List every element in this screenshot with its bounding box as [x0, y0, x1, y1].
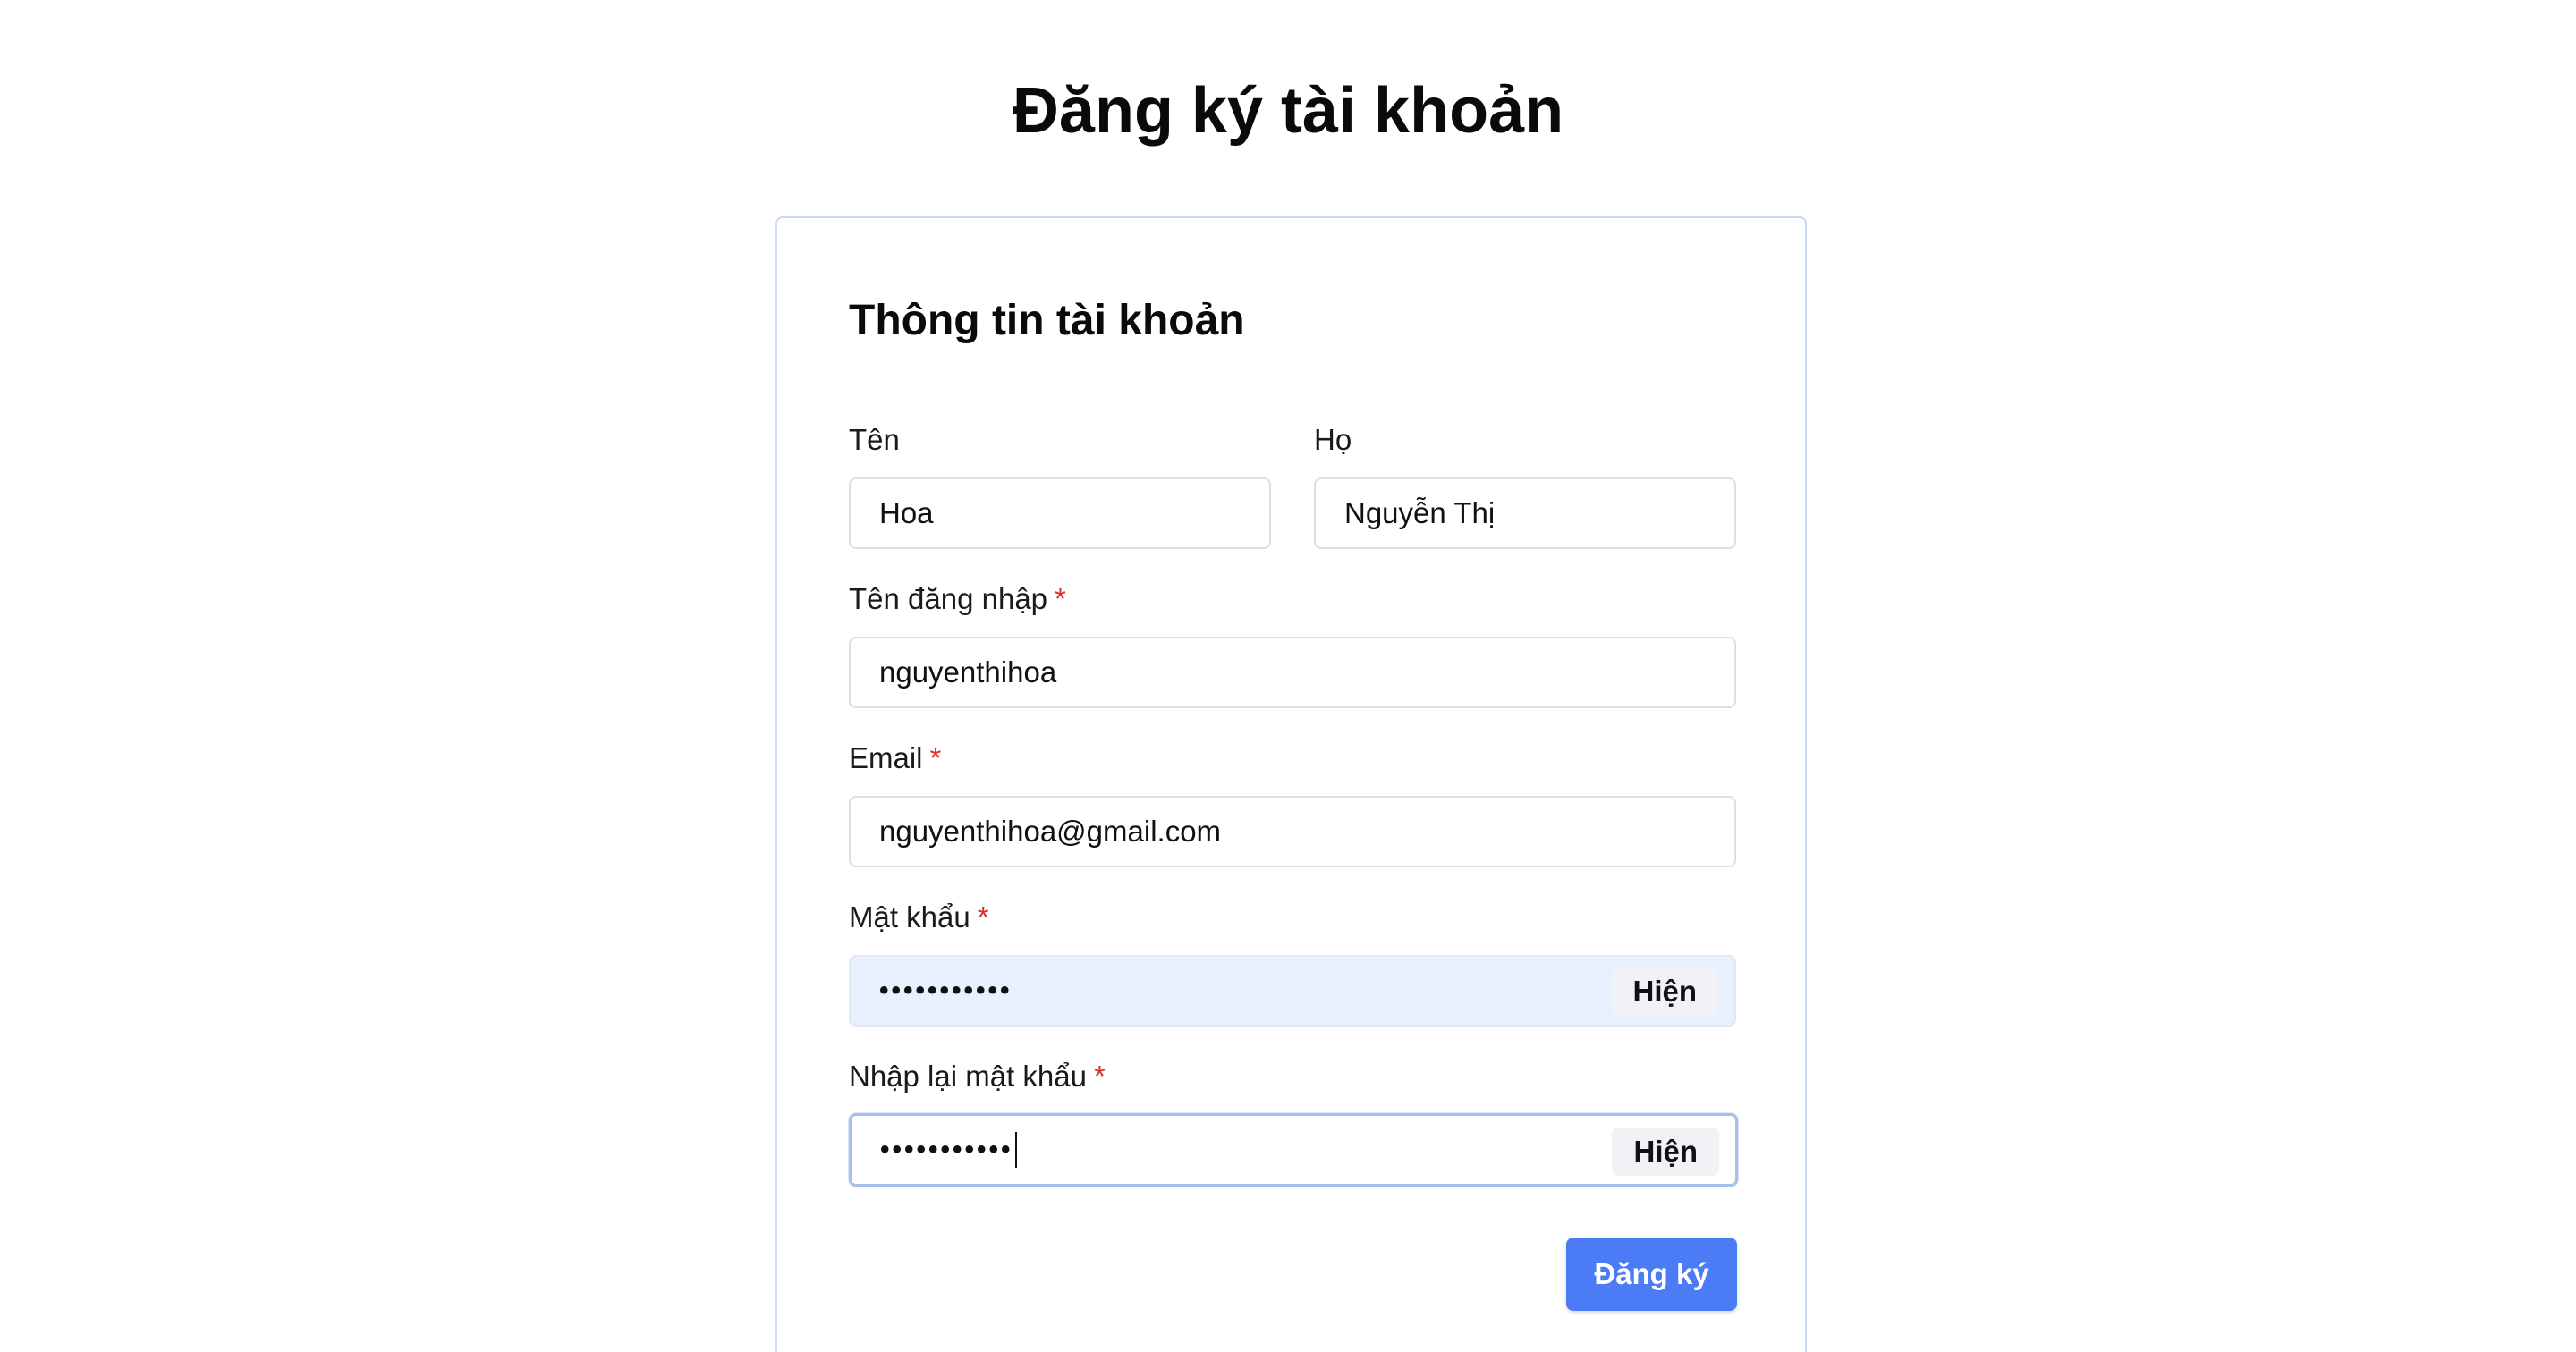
- first-name-label-text: Tên: [849, 423, 900, 456]
- required-asterisk: *: [1093, 1060, 1106, 1093]
- password-label-text: Mật khẩu: [849, 900, 970, 934]
- account-info-card: Thông tin tài khoản Tên Hoa Họ Nguyễn Th…: [775, 216, 1807, 1352]
- email-value: nguyenthihoa@gmail.com: [879, 815, 1222, 848]
- username-label-text: Tên đăng nhập: [849, 582, 1048, 615]
- section-title: Thông tin tài khoản: [849, 297, 1245, 344]
- email-input[interactable]: nguyenthihoa@gmail.com: [849, 796, 1736, 867]
- username-label: Tên đăng nhập *: [849, 579, 1066, 619]
- first-name-input[interactable]: Hoa: [849, 477, 1271, 549]
- last-name-label-text: Họ: [1314, 423, 1352, 456]
- first-name-label: Tên: [849, 420, 900, 460]
- email-label: Email *: [849, 739, 941, 778]
- first-name-value: Hoa: [879, 496, 934, 529]
- password-label: Mật khẩu *: [849, 898, 989, 937]
- email-label-text: Email: [849, 741, 923, 774]
- password-input[interactable]: ••••••••••• Hiện: [849, 955, 1736, 1027]
- required-asterisk: *: [977, 900, 989, 934]
- last-name-label: Họ: [1314, 420, 1352, 460]
- confirm-password-label-text: Nhập lại mật khẩu: [849, 1060, 1087, 1093]
- register-button[interactable]: Đăng ký: [1566, 1238, 1737, 1311]
- confirm-password-input[interactable]: ••••••••••• Hiện: [849, 1113, 1738, 1187]
- confirm-password-masked-value: •••••••••••: [880, 1135, 1013, 1164]
- page-title: Đăng ký tài khoản: [1012, 75, 1564, 147]
- registration-page: Đăng ký tài khoản Thông tin tài khoản Tê…: [0, 0, 2576, 1352]
- required-asterisk: *: [1055, 582, 1066, 615]
- password-masked-value: •••••••••••: [879, 976, 1013, 1005]
- username-value: nguyenthihoa: [879, 655, 1057, 689]
- username-input[interactable]: nguyenthihoa: [849, 637, 1736, 708]
- confirm-password-label: Nhập lại mật khẩu *: [849, 1057, 1106, 1096]
- last-name-value: Nguyễn Thị: [1344, 496, 1496, 529]
- required-asterisk: *: [929, 741, 942, 774]
- text-caret: [1014, 1132, 1017, 1168]
- show-password-button[interactable]: Hiện: [1611, 968, 1718, 1016]
- show-confirm-password-button[interactable]: Hiện: [1612, 1128, 1719, 1176]
- last-name-input[interactable]: Nguyễn Thị: [1314, 477, 1736, 549]
